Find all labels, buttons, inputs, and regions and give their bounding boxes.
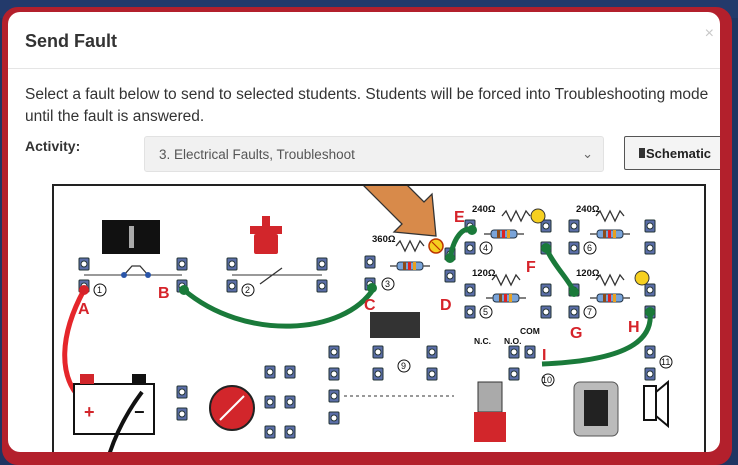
switch-icon — [250, 216, 282, 254]
resistor-value: 360Ω — [372, 234, 396, 245]
component-number: 2 — [245, 285, 250, 295]
battery-icon: + − — [73, 374, 155, 435]
relay-block — [370, 312, 420, 338]
switch-label-com: COM — [520, 326, 540, 336]
modal-description: Select a fault below to send to selected… — [25, 86, 709, 125]
resistor-value: 240Ω — [576, 204, 600, 215]
component-number: 7 — [587, 307, 592, 317]
fuse-icon — [176, 365, 296, 439]
component-number: 11 — [661, 357, 670, 367]
component-number: 4 — [483, 243, 488, 253]
speaker-icon — [643, 379, 669, 429]
component-number: 6 — [587, 243, 592, 253]
fault-label-g[interactable]: G — [570, 325, 582, 342]
fault-label-b[interactable]: B — [158, 285, 170, 302]
switch-label-no: N.O. — [504, 336, 521, 346]
fault-label-h[interactable]: H — [628, 319, 640, 336]
buzzer-icon — [573, 381, 619, 437]
toggle-switch-icon — [474, 381, 506, 442]
fault-label-i[interactable]: I — [542, 347, 546, 364]
activity-select[interactable]: 3. Electrical Faults, Troubleshoot ⌄ — [144, 136, 604, 172]
arrow-pointer-icon — [359, 159, 437, 237]
component-number: 1 — [97, 285, 102, 295]
svg-text:+: + — [84, 402, 95, 422]
modal-header: Send Fault × — [8, 12, 720, 69]
fault-label-a[interactable]: A — [78, 301, 90, 318]
switch-label-nc: N.C. — [474, 336, 491, 346]
schematic-button[interactable]: Schematic — [624, 136, 720, 170]
activity-label: Activity: — [25, 138, 81, 154]
component-number: 10 — [542, 375, 552, 385]
chevron-down-icon: ⌄ — [582, 146, 593, 161]
lamp-icon — [530, 208, 546, 224]
fault-label-e[interactable]: E — [454, 209, 465, 226]
close-icon[interactable]: × — [705, 25, 714, 43]
fault-label-f[interactable]: F — [526, 259, 536, 276]
component-number: 3 — [385, 279, 390, 289]
component-number: 9 — [401, 361, 406, 371]
schematic-button-label: Schematic — [639, 146, 711, 161]
fault-label-d[interactable]: D — [440, 297, 452, 314]
resistor-value: 120Ω — [576, 268, 600, 279]
fault-label-c[interactable]: C — [364, 297, 376, 314]
svg-text:−: − — [134, 402, 145, 422]
modal-title: Send Fault — [25, 31, 118, 51]
resistor-value: 120Ω — [472, 268, 496, 279]
green-wire — [182, 286, 377, 329]
component-number: 5 — [483, 307, 488, 317]
resistor-value: 240Ω — [472, 204, 496, 215]
lamp-icon — [634, 270, 650, 286]
circuit-svg: A B C D E F G H I 1 2 3 4 5 6 7 9 10 11 … — [62, 159, 673, 452]
activity-select-value: 3. Electrical Faults, Troubleshoot — [159, 147, 355, 162]
send-fault-modal: Send Fault × Select a fault below to sen… — [8, 12, 720, 452]
circuit-diagram[interactable]: A B C D E F G H I 1 2 3 4 5 6 7 9 10 11 … — [52, 159, 706, 452]
